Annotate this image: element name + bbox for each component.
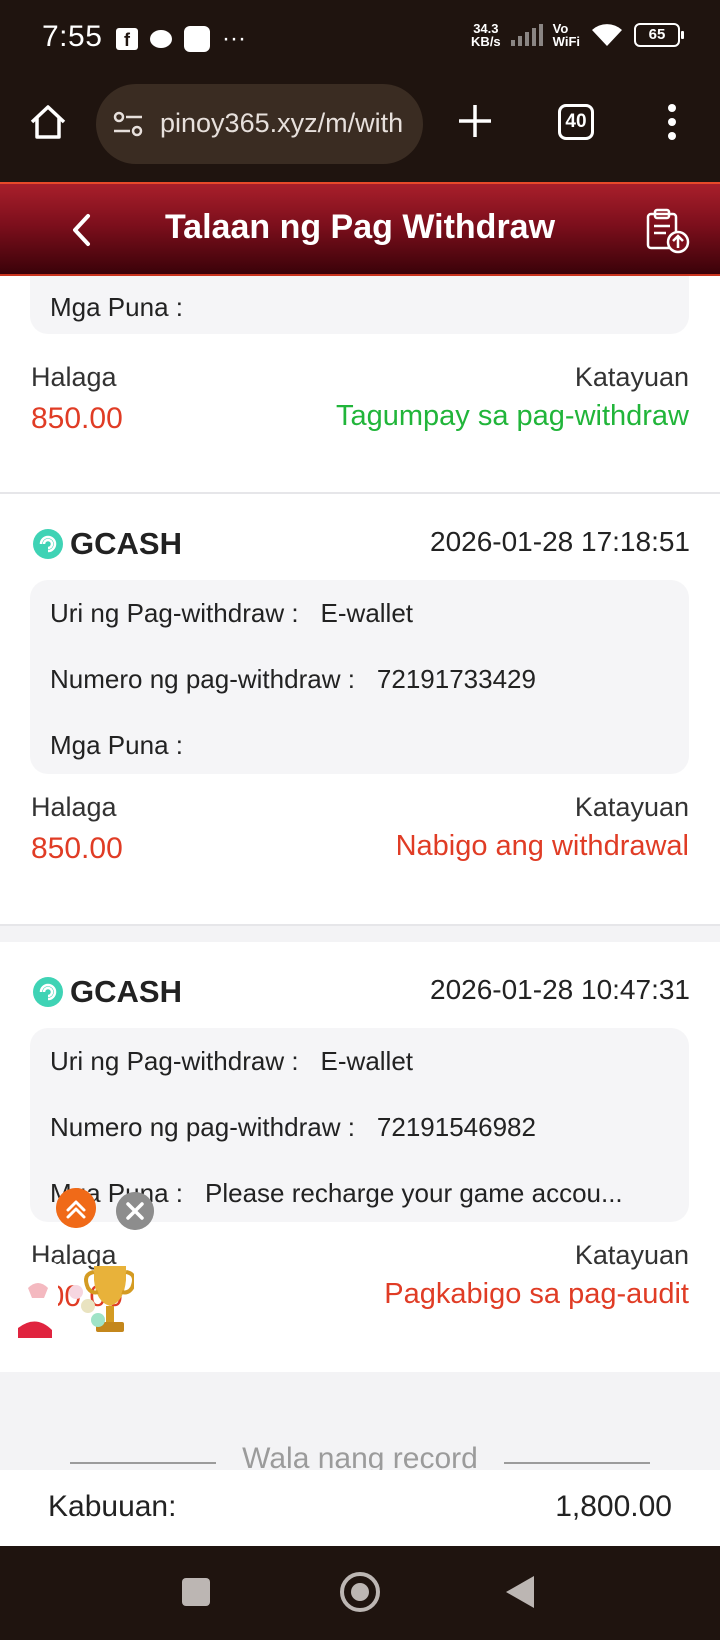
status-value: Tagumpay sa pag-withdraw	[335, 400, 689, 432]
remarks-row: Mga Puna :	[50, 292, 205, 323]
withdraw-record[interactable]: Mga Puna : Halaga 850.00 Katayuan Tagump…	[0, 276, 720, 492]
browser-toolbar: pinoy365.xyz/m/with 40	[0, 78, 720, 182]
scroll-top-icon[interactable]	[56, 1188, 96, 1228]
provider-name: GCASH	[70, 974, 182, 1009]
number-label: Numero ng pag-withdraw :	[50, 664, 355, 694]
status-label: Katayuan	[574, 362, 689, 392]
status-value: Pagkabigo sa pag-audit	[384, 1278, 689, 1310]
messenger-icon	[150, 30, 172, 48]
remarks-label: Mga Puna :	[50, 292, 183, 322]
amount-label: Halaga	[31, 792, 117, 822]
no-more-line-right	[504, 1462, 650, 1464]
new-tab-icon[interactable]	[456, 102, 494, 140]
total-label: Kabuuan:	[48, 1490, 177, 1523]
status-time: 7:55	[42, 20, 103, 53]
network-speed: 34.3 KB/s	[471, 21, 501, 49]
tab-switcher-button[interactable]: 40	[558, 104, 594, 140]
status-label: Katayuan	[574, 792, 689, 822]
remarks-label: Mga Puna :	[50, 730, 183, 760]
app-notification-icon	[184, 26, 210, 52]
status-value: Nabigo ang withdrawal	[395, 830, 689, 862]
number-value: 72191733429	[376, 664, 536, 694]
no-more-records: Wala nang record	[242, 1442, 478, 1470]
home-icon[interactable]	[28, 102, 68, 142]
type-value: E-wallet	[320, 598, 414, 628]
record-header: GCASH 2026-01-28 10:47:31	[32, 972, 690, 1012]
recents-icon[interactable]	[182, 1578, 210, 1606]
gcash-logo-icon	[33, 529, 63, 559]
number-row: Numero ng pag-withdraw : 72191546982	[50, 1112, 536, 1143]
type-label: Uri ng Pag-withdraw :	[50, 598, 299, 628]
status-bar: 7:55 f ··· 34.3 KB/s Vo WiFi 65	[0, 0, 720, 78]
home-nav-icon[interactable]	[340, 1572, 380, 1612]
type-label: Uri ng Pag-withdraw :	[50, 1046, 299, 1076]
divider	[0, 924, 720, 926]
app-header: Talaan ng Pag Withdraw	[0, 182, 720, 276]
wifi-icon	[592, 24, 622, 46]
withdraw-record[interactable]: GCASH 2026-01-28 17:18:51 Uri ng Pag-wit…	[0, 494, 720, 924]
type-row: Uri ng Pag-withdraw : E-wallet	[50, 1046, 413, 1077]
number-row: Numero ng pag-withdraw : 72191733429	[50, 664, 536, 695]
vowifi-indicator: Vo WiFi	[552, 21, 580, 49]
total-value: 1,800.00	[555, 1490, 672, 1523]
remarks-row: Mga Puna :	[50, 730, 205, 761]
amount-value: 850.00	[31, 402, 123, 435]
record-datetime: 2026-01-28 17:18:51	[430, 526, 690, 557]
record-header: GCASH 2026-01-28 17:18:51	[32, 524, 690, 564]
promo-trophy-icon[interactable]	[18, 1258, 134, 1346]
address-bar[interactable]: pinoy365.xyz/m/with	[96, 84, 423, 164]
more-vert-icon[interactable]	[664, 102, 680, 142]
remarks-value: Please recharge your game accou...	[204, 1178, 623, 1208]
type-value: E-wallet	[320, 1046, 414, 1076]
record-details: Mga Puna :	[30, 276, 689, 334]
type-row: Uri ng Pag-withdraw : E-wallet	[50, 598, 413, 629]
status-label: Katayuan	[574, 1240, 689, 1270]
total-bar: Kabuuan: 1,800.00	[0, 1470, 720, 1546]
record-datetime: 2026-01-28 10:47:31	[430, 974, 690, 1005]
signal-icon	[510, 24, 543, 46]
facebook-icon: f	[116, 28, 138, 50]
more-notifications-icon: ···	[222, 25, 246, 52]
site-settings-icon[interactable]	[112, 110, 144, 138]
back-nav-icon[interactable]	[506, 1576, 534, 1608]
gcash-logo-icon	[33, 977, 63, 1007]
amount-label: Halaga	[31, 362, 117, 392]
clipboard-upload-icon[interactable]	[644, 208, 692, 256]
url-text[interactable]: pinoy365.xyz/m/with	[160, 108, 410, 139]
amount-value: 850.00	[31, 832, 123, 865]
record-details: Uri ng Pag-withdraw : E-wallet Numero ng …	[30, 580, 689, 774]
page-title: Talaan ng Pag Withdraw	[164, 208, 556, 246]
battery-icon: 65	[634, 23, 684, 47]
provider-name: GCASH	[70, 526, 182, 561]
notification-icons: f ···	[116, 26, 246, 52]
number-value: 72191546982	[376, 1112, 536, 1142]
number-label: Numero ng pag-withdraw :	[50, 1112, 355, 1142]
system-indicators: 34.3 KB/s Vo WiFi 65	[471, 21, 684, 49]
close-icon[interactable]	[116, 1192, 154, 1230]
system-nav-bar	[0, 1546, 720, 1640]
